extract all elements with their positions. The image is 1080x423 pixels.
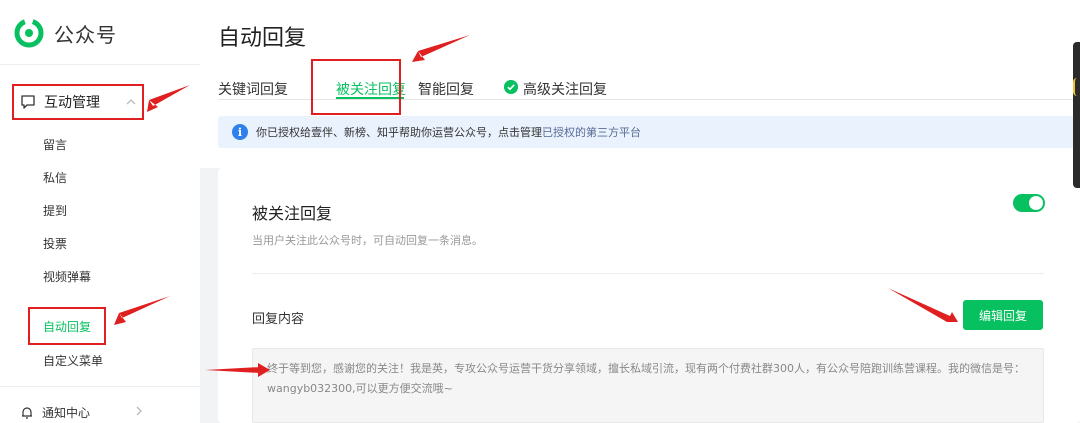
side-widget-edge[interactable] [1073, 42, 1080, 188]
chevron-right-icon [136, 406, 142, 416]
card-divider [252, 273, 1044, 274]
reply-content-preview: 终于等到您，感谢您的关注！我是英，专攻公众号运营干货分享领域，擅长私域引流，现有… [252, 348, 1044, 423]
sidebar-item-label: 自动回复 [42, 319, 91, 334]
tab-smart-reply[interactable]: 智能回复 [418, 79, 474, 99]
sidebar-group-label: 互动管理 [44, 95, 100, 111]
card-description: 当用户关注此公众号时，可自动回复一条消息。 [252, 234, 483, 247]
sidebar-item-custom-menu[interactable]: 自定义菜单 [43, 352, 103, 370]
sidebar-divider [0, 386, 200, 387]
card-title: 被关注回复 [252, 204, 333, 223]
verified-check-icon [504, 80, 518, 94]
follow-reply-card: 被关注回复 当用户关注此公众号时，可自动回复一条消息。 回复内容 编辑回复 终于… [218, 168, 1080, 423]
info-icon: i [232, 124, 248, 140]
sidebar: 公众号 互动管理 留言 私信 提到 投票 视频弹幕 自动回复 自定义菜单 通知中… [0, 0, 200, 423]
edit-reply-button[interactable]: 编辑回复 [963, 300, 1043, 330]
app-name: 公众号 [54, 22, 117, 47]
sidebar-item-mentions[interactable]: 提到 [43, 202, 67, 220]
notice-text: 你已授权给壹伴、新榜、知乎帮助你运营公众号，点击管理 [256, 126, 542, 139]
side-widget-indicator [1073, 78, 1077, 96]
message-icon [21, 95, 35, 109]
reply-content-label: 回复内容 [252, 312, 305, 327]
sidebar-item-votes[interactable]: 投票 [43, 235, 67, 253]
wechat-official-logo-icon [14, 18, 44, 48]
sidebar-item-comments[interactable]: 留言 [43, 136, 67, 154]
logo[interactable]: 公众号 [14, 18, 117, 48]
sidebar-item-messages[interactable]: 私信 [43, 169, 67, 187]
tab-advanced-follow-reply[interactable]: 高级关注回复 [523, 79, 607, 99]
main-content: 自动回复 关键词回复 被关注回复 智能回复 高级关注回复 i 你已授权给壹伴、新… [200, 0, 1080, 423]
page-title: 自动回复 [218, 26, 307, 51]
sidebar-group-notifications[interactable]: 通知中心 [20, 404, 142, 421]
sidebar-group-label: 通知中心 [42, 406, 91, 420]
annotation-box [311, 59, 401, 115]
follow-reply-toggle[interactable] [1013, 194, 1045, 212]
bell-icon [22, 406, 32, 419]
tab-keyword-reply[interactable]: 关键词回复 [218, 79, 288, 99]
sidebar-group-interaction[interactable]: 互动管理 [12, 84, 144, 120]
third-party-link[interactable]: 已授权的第三方平台 [542, 124, 641, 140]
chevron-up-icon [126, 99, 136, 105]
sidebar-divider [0, 64, 200, 65]
authorization-notice: i 你已授权给壹伴、新榜、知乎帮助你运营公众号，点击管理 已授权的第三方平台 [218, 116, 1080, 148]
sidebar-item-video-danmaku[interactable]: 视频弹幕 [43, 268, 91, 286]
sidebar-item-auto-reply[interactable]: 自动回复 [28, 307, 106, 345]
toggle-knob [1029, 196, 1043, 210]
